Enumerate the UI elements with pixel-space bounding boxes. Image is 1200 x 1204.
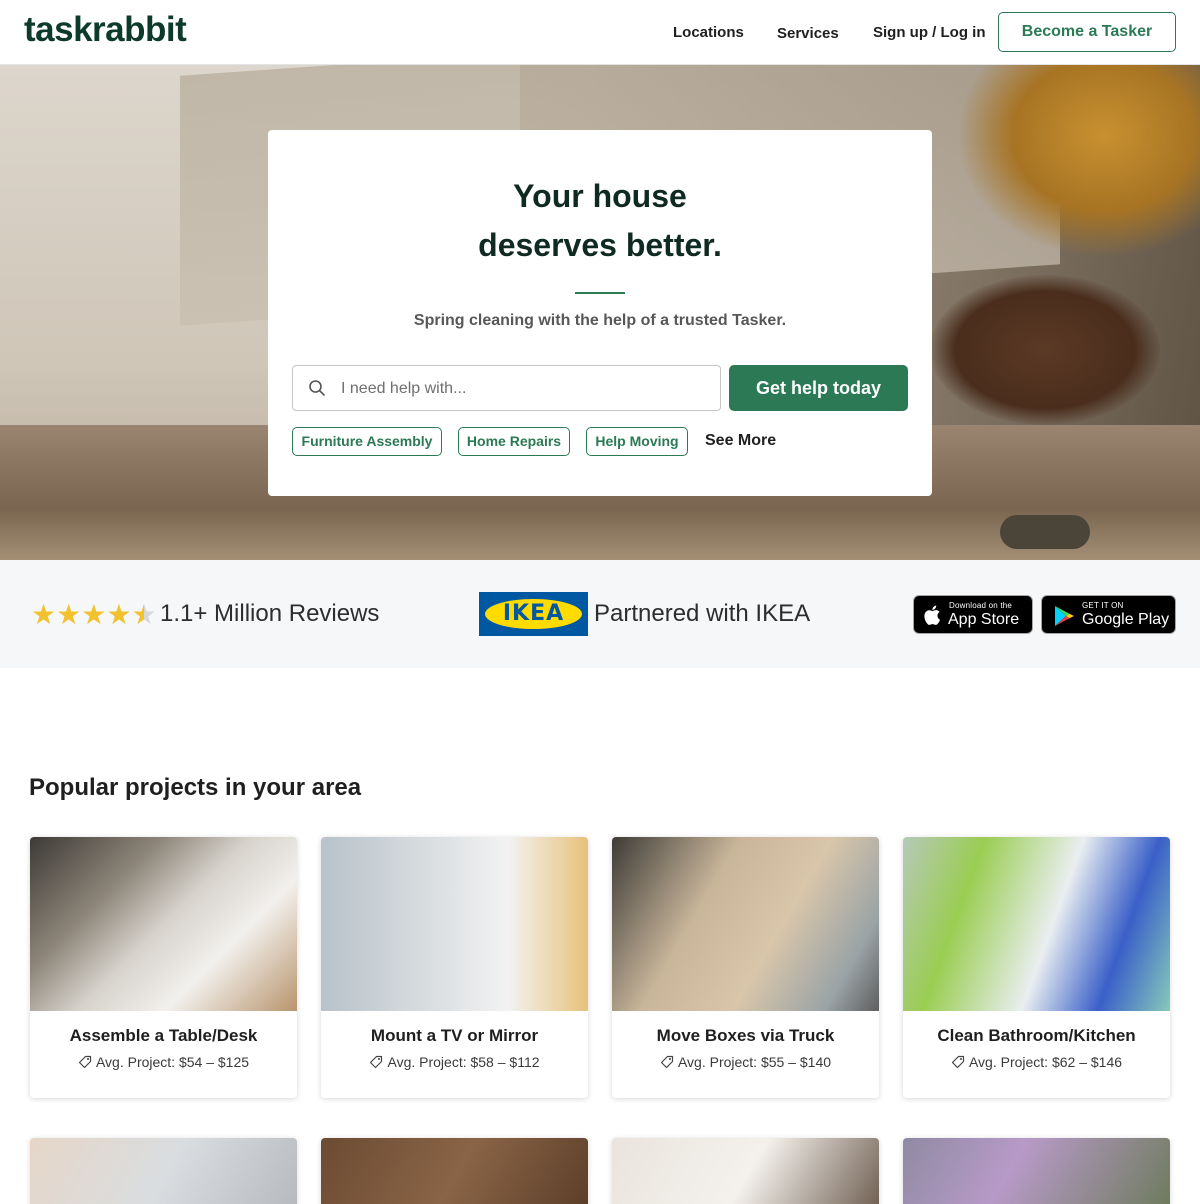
app-store-small-text: Download on the — [949, 601, 1013, 610]
project-title: Assemble a Table/Desk — [69, 1026, 258, 1045]
nav-locations[interactable]: Locations — [673, 24, 744, 41]
hero-title: Your house deserves better. — [268, 172, 932, 270]
price-tag-icon — [951, 1055, 965, 1069]
project-price: Avg. Project: $54 – $125 — [30, 1054, 297, 1070]
ikea-logo-text: IKEA — [485, 599, 582, 629]
project-price: Avg. Project: $62 – $146 — [903, 1054, 1170, 1070]
star-icon: ★ — [81, 599, 107, 630]
chip-furniture-assembly[interactable]: Furniture Assembly — [292, 427, 442, 456]
google-play-big-text: Google Play — [1082, 611, 1170, 628]
site-header: taskrabbit Locations Services Sign up / … — [0, 0, 1200, 65]
rating-stars: ★★★★★ — [31, 600, 157, 630]
project-price: Avg. Project: $55 – $140 — [612, 1054, 879, 1070]
hero-divider — [575, 292, 625, 294]
hero-subtitle: Spring cleaning with the help of a trust… — [413, 312, 787, 329]
nav-services[interactable]: Services — [777, 25, 839, 42]
trust-band: ★★★★★ 1.1+ Million Reviews IKEA Partnere… — [0, 560, 1200, 668]
project-image — [903, 837, 1170, 1011]
search-icon — [309, 380, 325, 396]
reviews-count: 1.1+ Million Reviews — [160, 600, 380, 627]
project-card[interactable]: Assemble a Table/Desk Avg. Project: $54 … — [30, 837, 297, 1098]
hero-background-tool — [1000, 515, 1090, 549]
see-more-link[interactable]: See More — [705, 432, 776, 450]
project-card[interactable]: Move Boxes via Truck Avg. Project: $55 –… — [612, 837, 879, 1098]
star-icon: ★ — [106, 599, 132, 630]
project-title: Move Boxes via Truck — [656, 1026, 835, 1045]
ikea-partner-text: Partnered with IKEA — [594, 600, 811, 627]
ikea-logo: IKEA — [479, 592, 588, 636]
hero-section: Your house deserves better. Spring clean… — [0, 65, 1200, 560]
project-card-partial[interactable] — [612, 1138, 879, 1204]
project-image — [612, 837, 879, 1011]
star-icon: ★ — [56, 599, 82, 630]
app-store-button[interactable]: Download on the App Store — [913, 595, 1033, 634]
app-store-big-text: App Store — [948, 611, 1020, 628]
price-tag-icon — [78, 1055, 92, 1069]
hero-title-line-1: Your house — [513, 178, 687, 214]
project-card-partial[interactable] — [30, 1138, 297, 1204]
google-play-button[interactable]: GET IT ON Google Play — [1041, 595, 1176, 634]
nav-signup-login[interactable]: Sign up / Log in — [873, 24, 985, 41]
hero-background-person — [960, 65, 1200, 255]
apple-icon — [924, 605, 940, 625]
google-play-small-text: GET IT ON — [1082, 601, 1124, 610]
chip-home-repairs[interactable]: Home Repairs — [458, 427, 570, 456]
half-star-icon: ★ — [131, 599, 157, 630]
project-card-partial[interactable] — [903, 1138, 1170, 1204]
hero-card: Your house deserves better. Spring clean… — [268, 130, 932, 496]
search-box[interactable] — [292, 365, 721, 411]
star-icon: ★ — [31, 599, 57, 630]
chip-help-moving[interactable]: Help Moving — [586, 427, 688, 456]
project-title: Clean Bathroom/Kitchen — [937, 1026, 1136, 1045]
popular-projects-title: Popular projects in your area — [29, 774, 362, 801]
price-tag-icon — [370, 1055, 383, 1069]
search-input[interactable] — [341, 377, 701, 401]
taskrabbit-logo[interactable]: taskrabbit — [24, 10, 187, 50]
project-price-text: Avg. Project: $55 – $140 — [677, 1054, 832, 1070]
project-card[interactable]: Clean Bathroom/Kitchen Avg. Project: $62… — [903, 837, 1170, 1098]
hero-background-hands — [930, 275, 1160, 425]
project-price-text: Avg. Project: $62 – $146 — [968, 1054, 1123, 1070]
get-help-today-button[interactable]: Get help today — [729, 365, 908, 411]
project-card-partial[interactable] — [321, 1138, 588, 1204]
project-image — [30, 837, 297, 1011]
project-price-text: Avg. Project: $54 – $125 — [95, 1054, 250, 1070]
google-play-icon — [1055, 606, 1074, 626]
project-price: Avg. Project: $58 – $112 — [321, 1054, 588, 1070]
project-image — [321, 837, 588, 1011]
hero-title-line-2: deserves better. — [478, 227, 722, 263]
become-a-tasker-button[interactable]: Become a Tasker — [998, 12, 1176, 52]
project-price-text: Avg. Project: $58 – $112 — [387, 1054, 540, 1070]
price-tag-icon — [660, 1055, 674, 1069]
project-title: Mount a TV or Mirror — [370, 1026, 539, 1045]
project-card[interactable]: Mount a TV or Mirror Avg. Project: $58 –… — [321, 837, 588, 1098]
